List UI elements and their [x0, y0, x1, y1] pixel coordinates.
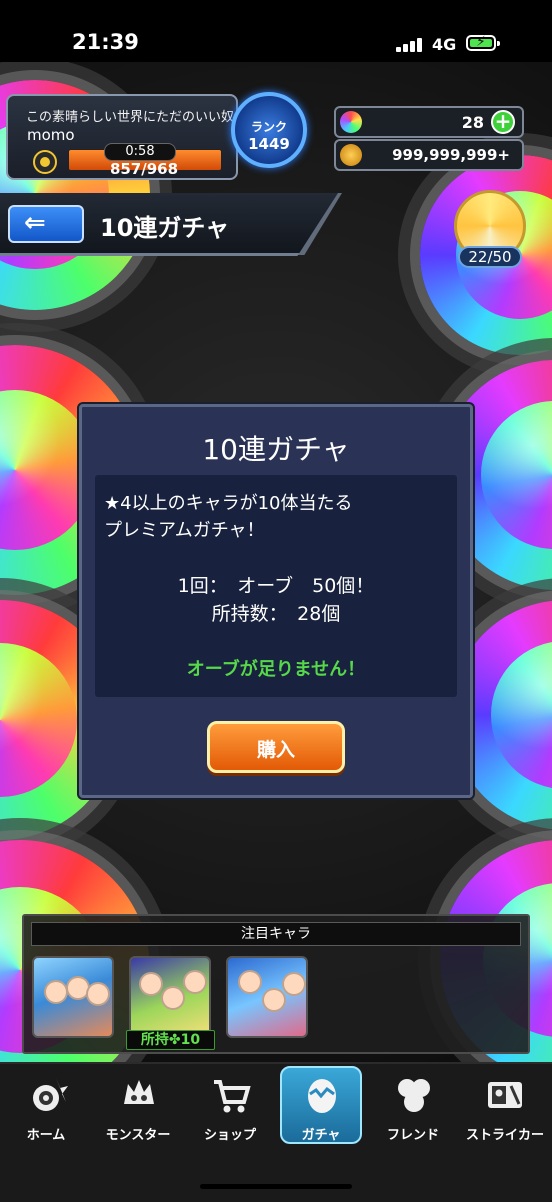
orb-icon: [340, 111, 362, 133]
monster-icon: [124, 1080, 154, 1104]
featured-character-card[interactable]: [129, 956, 211, 1038]
signal-icon: [396, 36, 424, 52]
stamina-timer: 0:58: [104, 143, 176, 161]
nav-label: ショップ: [203, 1128, 256, 1143]
page-title: 10連ガチャ: [100, 214, 230, 242]
nav-label: モンスター: [105, 1128, 171, 1143]
gacha-egg-icon: [308, 1079, 336, 1113]
box-count: 22/50: [458, 246, 522, 268]
buy-button-label: 購入: [256, 739, 295, 761]
insufficient-orbs-warning: オーブが足りません！: [186, 659, 366, 680]
rank-value: 1449: [248, 135, 290, 153]
featured-header: 注目キャラ: [31, 922, 521, 946]
status-time: 21:39: [72, 30, 139, 54]
featured-character-card[interactable]: [226, 956, 308, 1038]
nav-home[interactable]: ホーム: [2, 1068, 90, 1148]
nav-gacha[interactable]: ガチャ: [277, 1068, 365, 1148]
home-indicator: [200, 1184, 352, 1189]
nav-shop[interactable]: ショップ: [186, 1068, 274, 1148]
nav-label: ストライカー: [465, 1128, 544, 1143]
nav-label: ガチャ: [301, 1128, 341, 1143]
nav-monster[interactable]: モンスター: [94, 1068, 182, 1148]
status-bar: 21:39 4G ⚡: [0, 0, 552, 62]
gold-count: 999,999,999+: [392, 146, 510, 164]
dialog-description: プレミアムガチャ！: [104, 520, 265, 541]
dialog-cost: 1回： オーブ 50個！: [177, 575, 375, 597]
cart-icon: [214, 1080, 251, 1113]
owned-count-badge: 所持✤10: [126, 1030, 215, 1050]
medal-icon: [33, 150, 57, 174]
home-icon: [33, 1078, 68, 1111]
player-name: momo: [27, 126, 75, 144]
dialog-title: 10連ガチャ: [202, 433, 350, 466]
stamina-value: 857/968: [109, 160, 179, 178]
striker-card-icon: [488, 1082, 522, 1108]
add-orbs-button[interactable]: +: [491, 110, 515, 134]
friends-icon: [398, 1079, 430, 1112]
nav-friend[interactable]: フレンド: [369, 1068, 457, 1148]
player-title: この素晴らしい世界にただのいい奴: [26, 110, 235, 125]
network-type: 4G: [432, 35, 457, 54]
orb-count: 28: [461, 113, 484, 132]
back-arrow-icon: ⇐: [24, 208, 46, 238]
rank-label: ランク: [250, 120, 287, 134]
dialog-description: ★4以上のキャラが10体当たる: [104, 493, 353, 514]
nav-label: フレンド: [386, 1128, 439, 1143]
battery-tip: [497, 41, 500, 46]
dialog-owned: 所持数： 28個: [211, 603, 341, 625]
battery-icon: ⚡: [466, 34, 496, 51]
nav-label: ホーム: [26, 1128, 66, 1143]
back-button[interactable]: [8, 205, 84, 243]
coin-icon: [340, 144, 362, 166]
nav-striker[interactable]: ストライカー: [461, 1068, 549, 1148]
featured-character-card[interactable]: [32, 956, 114, 1038]
